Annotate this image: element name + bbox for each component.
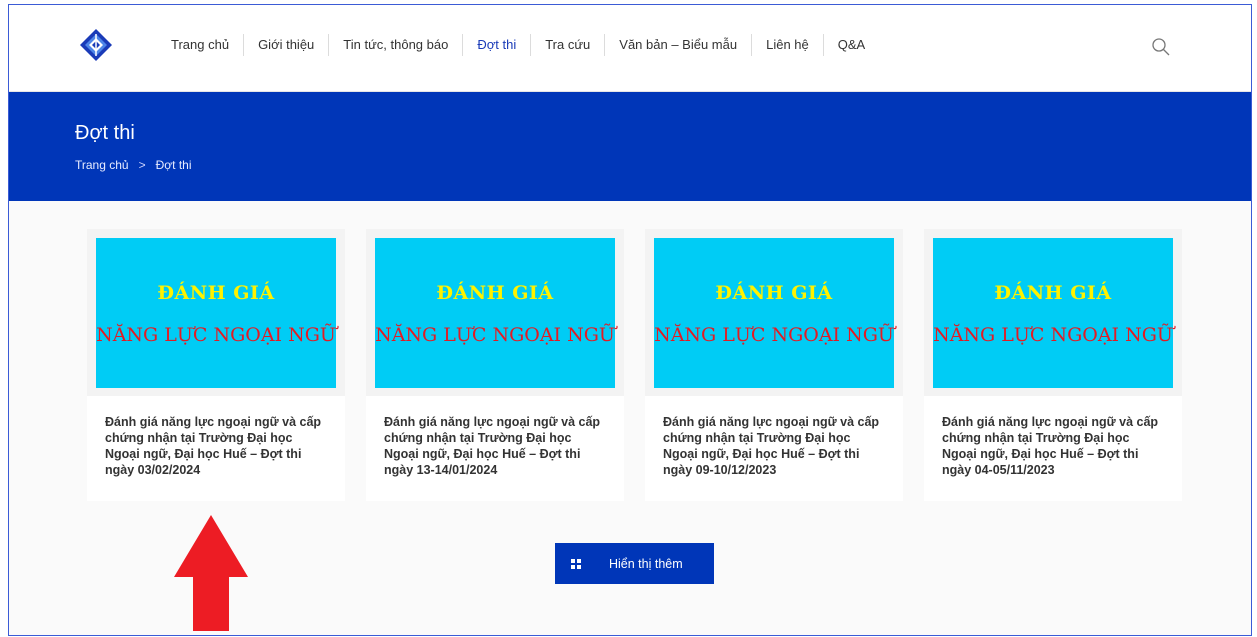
exam-session-list: ĐÁNH GIÁ NĂNG LỰC NGOẠI NGỮ Đánh giá năn… xyxy=(87,229,1182,501)
card-thumbnail[interactable]: ĐÁNH GIÁ NĂNG LỰC NGOẠI NGỮ xyxy=(375,238,615,388)
breadcrumb: Trang chủ > Đợt thi xyxy=(75,158,192,172)
exam-session-card[interactable]: ĐÁNH GIÁ NĂNG LỰC NGOẠI NGỮ Đánh giá năn… xyxy=(924,229,1182,501)
red-up-arrow-icon xyxy=(174,515,248,631)
browser-frame: Trang chủ Giới thiệu Tin tức, thông báo … xyxy=(8,4,1252,636)
thumbnail-subheading: NĂNG LỰC NGOẠI NGỮ xyxy=(375,324,615,346)
site-header: Trang chủ Giới thiệu Tin tức, thông báo … xyxy=(9,5,1251,92)
thumbnail-heading: ĐÁNH GIÁ xyxy=(157,282,275,304)
thumbnail-subheading: NĂNG LỰC NGOẠI NGỮ xyxy=(654,324,894,346)
search-icon[interactable] xyxy=(1151,37,1171,57)
card-title-link[interactable]: Đánh giá năng lực ngoại ngữ và cấp chứng… xyxy=(924,396,1182,478)
page-title: Đợt thi xyxy=(75,122,135,144)
thumbnail-heading: ĐÁNH GIÁ xyxy=(994,282,1112,304)
diamond-logo-icon[interactable] xyxy=(79,28,113,62)
breadcrumb-separator: > xyxy=(138,158,146,172)
nav-item-qa[interactable]: Q&A xyxy=(824,34,879,56)
card-thumbnail[interactable]: ĐÁNH GIÁ NĂNG LỰC NGOẠI NGỮ xyxy=(933,238,1173,388)
nav-item-lookup[interactable]: Tra cứu xyxy=(531,34,604,56)
nav-item-documents[interactable]: Văn bản – Biểu mẫu xyxy=(605,34,751,56)
nav-item-contact[interactable]: Liên hệ xyxy=(752,34,823,56)
nav-item-news[interactable]: Tin tức, thông báo xyxy=(329,34,462,56)
card-thumbnail-wrap: ĐÁNH GIÁ NĂNG LỰC NGOẠI NGỮ xyxy=(645,229,903,396)
card-thumbnail-wrap: ĐÁNH GIÁ NĂNG LỰC NGOẠI NGỮ xyxy=(924,229,1182,396)
thumbnail-subheading: NĂNG LỰC NGOẠI NGỮ xyxy=(96,324,336,346)
thumbnail-heading: ĐÁNH GIÁ xyxy=(436,282,554,304)
nav-item-home[interactable]: Trang chủ xyxy=(157,34,243,56)
card-thumbnail-wrap: ĐÁNH GIÁ NĂNG LỰC NGOẠI NGỮ xyxy=(366,229,624,396)
nav-item-about[interactable]: Giới thiệu xyxy=(244,34,328,56)
exam-session-card[interactable]: ĐÁNH GIÁ NĂNG LỰC NGOẠI NGỮ Đánh giá năn… xyxy=(87,229,345,501)
card-thumbnail[interactable]: ĐÁNH GIÁ NĂNG LỰC NGOẠI NGỮ xyxy=(654,238,894,388)
thumbnail-heading: ĐÁNH GIÁ xyxy=(715,282,833,304)
card-title-link[interactable]: Đánh giá năng lực ngoại ngữ và cấp chứng… xyxy=(366,396,624,478)
page-banner: Đợt thi Trang chủ > Đợt thi xyxy=(9,92,1251,201)
card-title-link[interactable]: Đánh giá năng lực ngoại ngữ và cấp chứng… xyxy=(645,396,903,478)
grid-icon xyxy=(571,558,581,569)
exam-session-card[interactable]: ĐÁNH GIÁ NĂNG LỰC NGOẠI NGỮ Đánh giá năn… xyxy=(645,229,903,501)
show-more-button[interactable]: Hiển thị thêm xyxy=(555,543,714,584)
breadcrumb-current: Đợt thi xyxy=(155,158,192,172)
nav-item-exam-sessions[interactable]: Đợt thi xyxy=(463,34,530,56)
card-thumbnail[interactable]: ĐÁNH GIÁ NĂNG LỰC NGOẠI NGỮ xyxy=(96,238,336,388)
breadcrumb-home-link[interactable]: Trang chủ xyxy=(75,158,129,172)
exam-session-card[interactable]: ĐÁNH GIÁ NĂNG LỰC NGOẠI NGỮ Đánh giá năn… xyxy=(366,229,624,501)
show-more-label: Hiển thị thêm xyxy=(609,556,683,571)
thumbnail-subheading: NĂNG LỰC NGOẠI NGỮ xyxy=(933,324,1173,346)
card-thumbnail-wrap: ĐÁNH GIÁ NĂNG LỰC NGOẠI NGỮ xyxy=(87,229,345,396)
card-title-link[interactable]: Đánh giá năng lực ngoại ngữ và cấp chứng… xyxy=(87,396,345,478)
main-nav: Trang chủ Giới thiệu Tin tức, thông báo … xyxy=(157,34,879,56)
